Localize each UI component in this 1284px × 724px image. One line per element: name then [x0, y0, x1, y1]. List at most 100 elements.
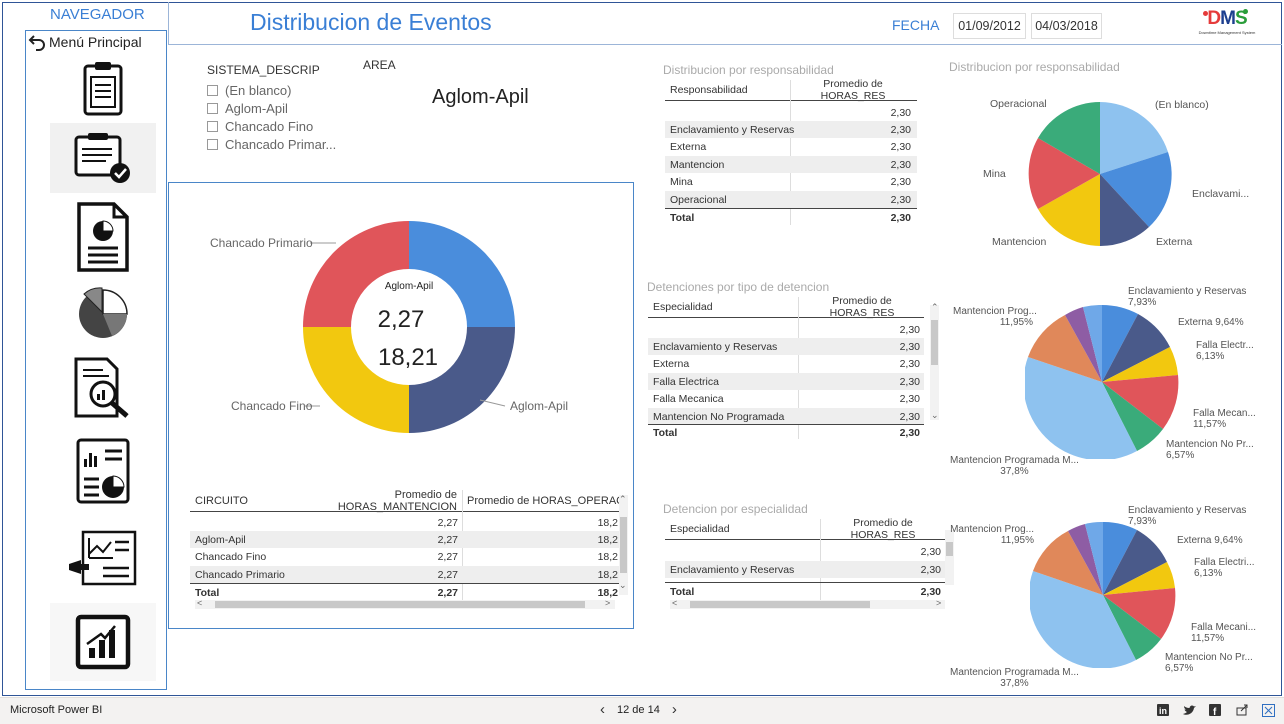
table-row: Falla Mecanica 2,30 [653, 392, 920, 405]
det-esp-title: Detencion por especialidad [663, 502, 808, 516]
table-row: 2,30 [899, 323, 920, 336]
table-row: Externa 2,30 [670, 140, 911, 153]
checkbox[interactable] [207, 139, 218, 150]
scroll-up-icon[interactable]: ⌃ [619, 494, 627, 505]
donut-leader-lines [305, 242, 506, 407]
checkbox[interactable] [207, 103, 218, 114]
table-row: Mina 2,30 [670, 175, 911, 188]
pie3-label: Mantencion Programada M... 37,8% [950, 667, 1079, 689]
table-header-row: CIRCUITO Promedio de HORAS_MANTENCION Pr… [195, 488, 619, 513]
pie3-label: Mantencion No Pr... 6,57% [1165, 652, 1253, 674]
area-value: Aglom-Apil [432, 86, 529, 108]
table-row: Enclavamiento y Reservas 2,30 [665, 121, 917, 138]
dms-logo: DMS Downtime Management System [1198, 8, 1256, 35]
horizontal-scrollbar[interactable] [195, 600, 615, 609]
main-menu-button[interactable]: Menú Principal [28, 33, 142, 51]
horizontal-scrollbar[interactable] [670, 600, 945, 609]
table-row: Falla Electrica 2,30 [648, 373, 924, 390]
slicer-option-chancado-primario[interactable]: Chancado Primar... [207, 137, 336, 152]
table-total-row: Total 2,30 [670, 211, 911, 224]
slicer-title: SISTEMA_DESCRIP [207, 63, 320, 77]
checkbox[interactable] [207, 121, 218, 132]
pie3-chart[interactable] [1030, 522, 1176, 668]
donut-label-chancado-fino: Chancado Fino [231, 399, 313, 413]
pie2-label: Falla Mecan... 11,57% [1193, 408, 1256, 430]
scroll-up-icon[interactable]: ⌃ [931, 302, 939, 313]
scroll-right-icon[interactable]: > [605, 598, 610, 608]
slicer-option-aglom[interactable]: Aglom-Apil [207, 101, 288, 116]
checkbox[interactable] [207, 85, 218, 96]
pie3-label: Falla Electri... 6,13% [1194, 557, 1255, 579]
scroll-down-icon[interactable]: ⌄ [931, 410, 939, 421]
pie1-label: Mina [983, 168, 1006, 180]
document-search-chart-icon[interactable] [50, 355, 156, 421]
facebook-icon[interactable]: f [1207, 703, 1223, 717]
table-row: Externa 2,30 [653, 357, 920, 370]
det-tipo-title: Detenciones por tipo de detencion [647, 280, 830, 294]
table-row: Aglom-Apil 2,27 18,2 [190, 531, 620, 548]
bar-chart-icon[interactable] [50, 603, 156, 681]
table-total-row: Total 2,30 [670, 585, 941, 598]
date-start-input[interactable]: 01/09/2012 [953, 13, 1026, 39]
pie2-chart[interactable] [1025, 305, 1179, 459]
report-chart-document-icon[interactable] [50, 436, 156, 506]
presentation-report-icon[interactable] [50, 525, 156, 591]
share-icon[interactable] [1234, 703, 1250, 717]
pie2-label: Externa 9,64% [1178, 317, 1244, 328]
fullscreen-icon[interactable] [1260, 703, 1276, 717]
pie2-label: Falla Electr... 6,13% [1196, 340, 1254, 362]
date-end-input[interactable]: 04/03/2018 [1031, 13, 1102, 39]
resp-table-title: Distribucion por responsabilidad [663, 63, 834, 77]
report-pie-document-icon[interactable] [50, 200, 156, 274]
twitter-icon[interactable] [1181, 703, 1197, 717]
table-total-row: Total 2,27 18,2 [195, 586, 618, 599]
scroll-down-icon[interactable]: ⌄ [619, 580, 627, 591]
svg-text:in: in [1159, 706, 1167, 716]
clipboard-check-icon[interactable] [50, 123, 156, 193]
fecha-label: FECHA [892, 17, 940, 33]
pie1-chart[interactable] [1028, 102, 1172, 246]
pie-chart-3d-icon[interactable] [50, 280, 156, 342]
pie3-label: Externa 9,64% [1177, 535, 1243, 546]
prev-page-icon[interactable]: ‹ [600, 701, 605, 718]
clipboard-icon[interactable] [50, 60, 156, 118]
powerbi-brand-link[interactable]: Microsoft Power BI [10, 704, 102, 716]
pie3-label: Enclavamiento y Reservas 7,93% [1128, 505, 1247, 527]
pie2-label: Mantencion No Pr... 6,57% [1166, 439, 1254, 461]
donut-label-aglom: Aglom-Apil [510, 399, 569, 413]
pie3-label: Mantencion Prog... 11,95% [950, 524, 1034, 546]
page-indicator: 12 de 14 [617, 703, 660, 716]
table-total-row: Total 2,30 [653, 426, 920, 439]
table-row: Enclavamiento y Reservas 2,30 [665, 561, 945, 578]
table-row: 2,27 18,2 [437, 516, 618, 529]
main-menu-label: Menú Principal [49, 34, 142, 50]
det-esp-table: Especialidad Promedio de HORAS_RES 2,30 … [665, 517, 947, 604]
pie1-label: (En blanco) [1155, 99, 1209, 111]
circuito-table: CIRCUITO Promedio de HORAS_MANTENCION Pr… [190, 488, 627, 605]
donut-label-chancado-primario: Chancado Primario [210, 236, 313, 250]
next-page-icon[interactable]: › [672, 701, 677, 718]
vertical-scrollbar[interactable] [930, 305, 939, 420]
table-row: 2,30 [890, 106, 911, 119]
scroll-right-icon[interactable]: > [936, 598, 941, 608]
navigator-title: NAVEGADOR [50, 6, 145, 23]
pie1-label: Enclavami... [1192, 188, 1250, 200]
pie2-label: Mantencion Prog... 11,95% [953, 306, 1037, 328]
linkedin-icon[interactable]: in [1155, 703, 1171, 717]
slicer-option-blank[interactable]: (En blanco) [207, 83, 291, 98]
table-row: Chancado Primario 2,27 18,2 [190, 566, 620, 583]
pie1-title: Distribucion por responsabilidad [949, 60, 1120, 74]
scroll-left-icon[interactable]: < [672, 598, 677, 608]
area-label: AREA [363, 58, 396, 72]
pie3-label: Falla Mecani... 11,57% [1191, 622, 1257, 644]
slicer-option-chancado-fino[interactable]: Chancado Fino [207, 119, 313, 134]
pie1-label: Operacional [990, 98, 1047, 110]
pie1-label: Externa [1156, 236, 1193, 248]
table-row: Operacional 2,30 [665, 191, 917, 208]
pie2-label: Enclavamiento y Reservas 7,93% [1128, 286, 1247, 308]
pager: ‹ 12 de 14 › [600, 701, 677, 718]
table-row: Mantencion No Programada 2,30 [648, 408, 924, 425]
table-row: Enclavamiento y Reservas 2,30 [648, 338, 924, 355]
scroll-left-icon[interactable]: < [197, 598, 202, 608]
det-tipo-table: Especialidad Promedio de HORAS_RES 2,30 … [648, 295, 926, 442]
